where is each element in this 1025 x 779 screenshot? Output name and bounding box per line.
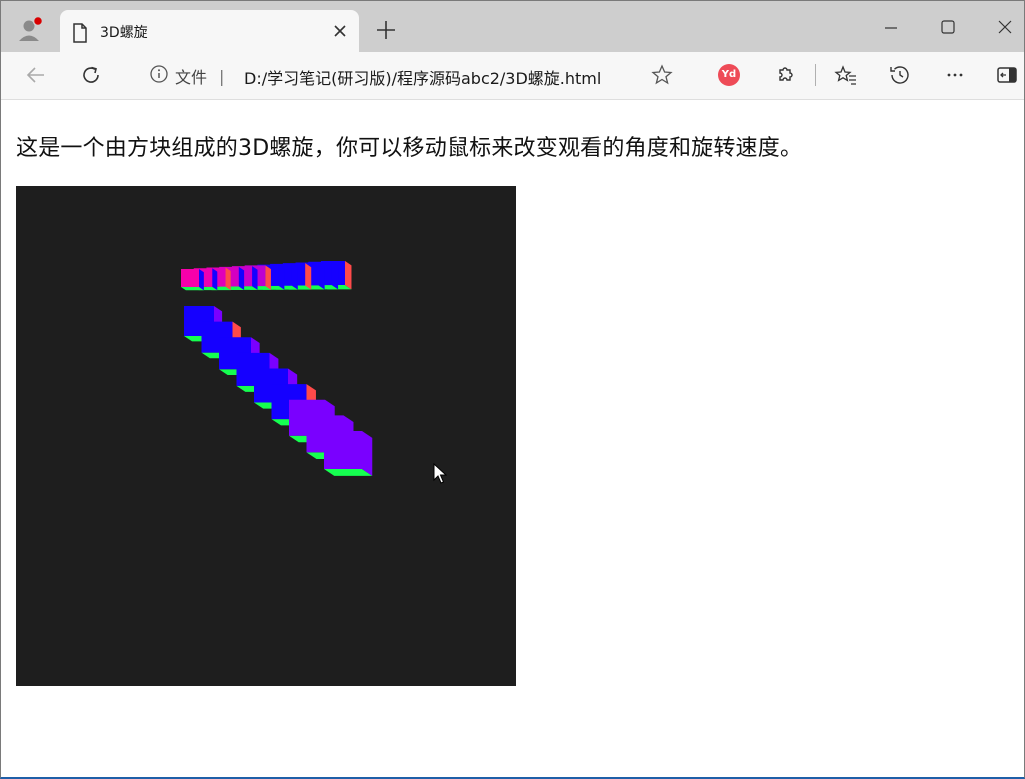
- page-content: 这是一个由方块组成的3D螺旋，你可以移动鼠标来改变观看的角度和旋转速度。: [1, 100, 1024, 776]
- profile-icon[interactable]: [16, 15, 44, 44]
- favorite-star-icon[interactable]: [649, 62, 675, 88]
- address-url[interactable]: D:/学习笔记(研习版)/程序源码abc2/3D螺旋.html: [244, 65, 601, 89]
- active-tab[interactable]: 3D螺旋: [60, 10, 359, 52]
- refresh-icon[interactable]: [78, 62, 104, 88]
- spiral-cubes-upper: [181, 261, 352, 291]
- close-icon[interactable]: [329, 20, 351, 42]
- browser-window: 3D螺旋 文件 | D:/学习笔记(研习版)/程序源码abc2/3D螺旋.htm…: [0, 0, 1025, 779]
- mouse-cursor-icon: [433, 462, 448, 489]
- sidebar-icon[interactable]: [994, 62, 1020, 88]
- spiral-canvas[interactable]: [16, 186, 516, 686]
- info-icon: [149, 64, 169, 88]
- tab-title: 3D螺旋: [100, 25, 148, 41]
- minimize-icon[interactable]: [876, 13, 906, 43]
- spiral-cubes-lower: [184, 306, 373, 476]
- address-separator: |: [219, 66, 225, 86]
- spiral-cube: [324, 431, 373, 476]
- maximize-icon[interactable]: [933, 13, 963, 43]
- address-site-info[interactable]: 文件 |: [149, 64, 232, 88]
- new-tab-icon[interactable]: [373, 17, 399, 43]
- title-bar: 3D螺旋: [1, 1, 1024, 52]
- page-description: 这是一个由方块组成的3D螺旋，你可以移动鼠标来改变观看的角度和旋转速度。: [16, 136, 803, 161]
- more-icon[interactable]: [942, 62, 968, 88]
- spiral-drawing: [181, 261, 373, 476]
- favorites-icon[interactable]: [833, 62, 859, 88]
- extensions-icon[interactable]: [771, 62, 797, 88]
- site-label: 文件: [175, 68, 208, 87]
- spiral-cube: [181, 269, 204, 291]
- back-icon[interactable]: [23, 62, 49, 88]
- history-icon[interactable]: [887, 62, 913, 88]
- toolbar-divider: [815, 64, 816, 86]
- toolbar: 文件 | D:/学习笔记(研习版)/程序源码abc2/3D螺旋.html Yd: [1, 52, 1024, 100]
- youdao-extension-badge[interactable]: Yd: [718, 64, 740, 86]
- page-icon: [71, 23, 89, 47]
- window-close-icon[interactable]: [990, 13, 1020, 43]
